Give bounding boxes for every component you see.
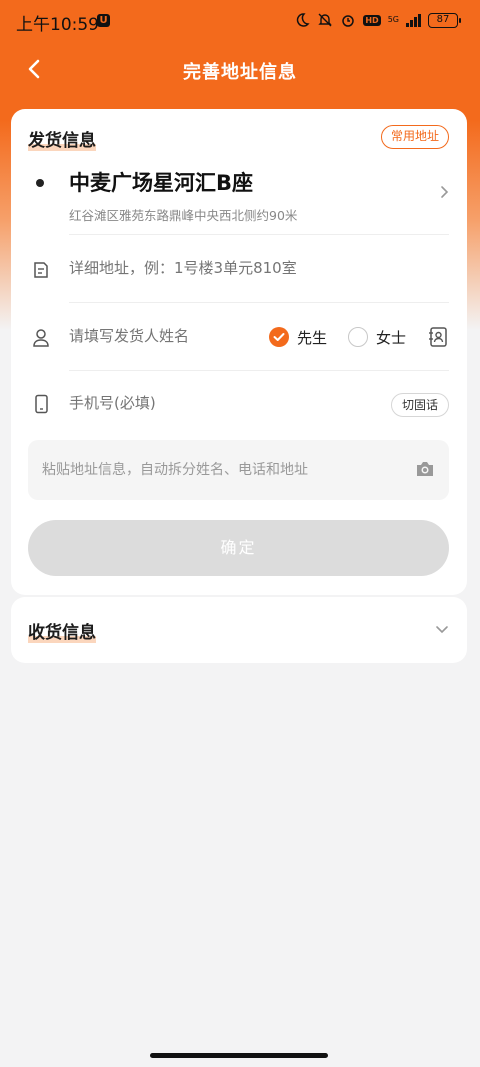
address-name[interactable]: 中麦广场星河汇B座 bbox=[69, 167, 253, 197]
document-icon bbox=[34, 262, 48, 278]
hd-badge: HD bbox=[363, 14, 381, 26]
gender-radio-ms[interactable] bbox=[348, 327, 368, 347]
camera-icon[interactable] bbox=[415, 460, 435, 478]
sender-card: 发货信息 常用地址 中麦广场星河汇B座 红谷滩区雅苑东路鼎峰中央西北侧约90米 … bbox=[11, 109, 467, 595]
chevron-down-icon[interactable] bbox=[435, 622, 449, 636]
paste-address-box[interactable]: 粘贴地址信息，自动拆分姓名、电话和地址 bbox=[28, 440, 449, 500]
page-title: 完善地址信息 bbox=[183, 62, 297, 83]
divider bbox=[69, 234, 449, 235]
status-bar: 上午10:59 U HD 5G 87 bbox=[0, 0, 480, 40]
chevron-right-icon[interactable] bbox=[437, 185, 451, 199]
network-type: 5G bbox=[387, 15, 399, 24]
gender-radio-mr[interactable] bbox=[269, 327, 289, 347]
person-icon bbox=[33, 329, 49, 347]
divider bbox=[69, 302, 449, 303]
confirm-button[interactable]: 确定 bbox=[28, 520, 449, 576]
address-detail[interactable]: 红谷滩区雅苑东路鼎峰中央西北侧约90米 bbox=[69, 205, 297, 224]
contacts-book-icon[interactable] bbox=[427, 326, 449, 348]
receiver-section-title: 收货信息 bbox=[28, 618, 96, 643]
phone-icon bbox=[35, 394, 48, 414]
switch-landline-button[interactable]: 切固话 bbox=[390, 393, 449, 417]
gender-label-mr[interactable]: 先生 bbox=[297, 327, 327, 348]
common-address-button[interactable]: 常用地址 bbox=[380, 125, 449, 149]
alarm-icon bbox=[342, 15, 355, 27]
receiver-card[interactable]: 收货信息 bbox=[11, 597, 467, 663]
home-indicator bbox=[150, 1053, 328, 1058]
app-badge-icon: U bbox=[97, 14, 110, 27]
sender-section-title: 发货信息 bbox=[28, 126, 96, 151]
check-icon bbox=[273, 333, 285, 341]
location-dot-icon bbox=[36, 179, 44, 187]
mute-icon bbox=[318, 13, 333, 27]
battery-indicator: 87 bbox=[428, 12, 461, 28]
divider bbox=[69, 370, 449, 371]
moon-icon bbox=[297, 13, 310, 27]
signal-icon bbox=[406, 13, 421, 27]
sender-name-input[interactable] bbox=[69, 327, 259, 345]
paste-placeholder: 粘贴地址信息，自动拆分姓名、电话和地址 bbox=[42, 462, 308, 478]
phone-input[interactable] bbox=[69, 394, 329, 412]
status-icons: HD 5G 87 bbox=[294, 10, 461, 30]
gender-label-ms[interactable]: 女士 bbox=[376, 327, 406, 348]
detail-address-input[interactable] bbox=[69, 259, 429, 277]
status-time: 上午10:59 bbox=[16, 15, 99, 35]
